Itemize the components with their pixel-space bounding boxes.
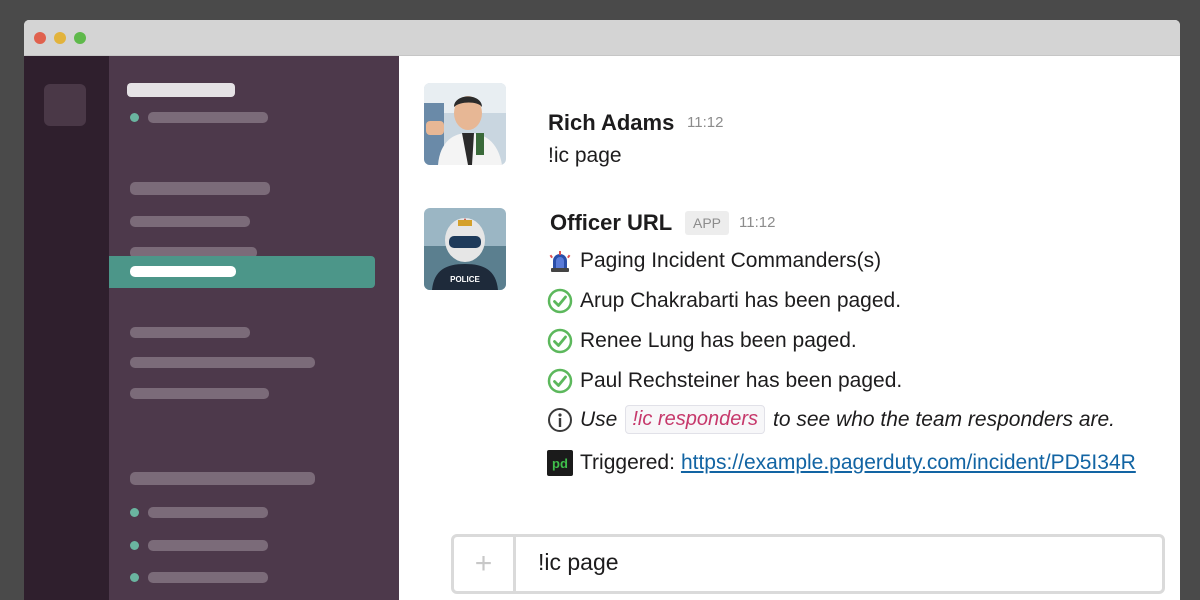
svg-text:pd: pd — [552, 456, 568, 471]
channel-item-placeholder[interactable] — [130, 327, 250, 338]
message-line: Use !ic responders to see who the team r… — [546, 405, 1115, 434]
presence-dot — [130, 541, 139, 550]
paging-text: Paging Incident Commanders(s) — [580, 249, 882, 272]
team-icon[interactable] — [44, 84, 86, 126]
active-channel-placeholder — [130, 266, 236, 277]
info-text-suffix: to see who the team responders are. — [772, 407, 1116, 431]
maximize-window-button[interactable] — [74, 32, 86, 44]
app-badge: APP — [685, 211, 730, 235]
paged-text: Paul Rechsteiner has been paged. — [580, 369, 903, 392]
dm-item-placeholder[interactable] — [148, 540, 268, 551]
info-text-prefix: Use — [580, 407, 618, 431]
inline-code: !ic responders — [625, 405, 765, 434]
message-text: !ic page — [548, 144, 622, 167]
check-circle-icon — [546, 327, 574, 355]
dm-item-placeholder[interactable] — [148, 572, 268, 583]
siren-icon — [546, 247, 574, 275]
title-bar — [24, 20, 1180, 56]
message-timestamp[interactable]: 11:12 — [687, 114, 723, 131]
message-timestamp[interactable]: 11:12 — [739, 214, 775, 231]
section-header-placeholder[interactable] — [130, 472, 315, 485]
section-header-placeholder[interactable] — [130, 182, 270, 195]
check-circle-icon — [546, 287, 574, 315]
presence-dot — [130, 573, 139, 582]
info-icon — [546, 406, 574, 434]
team-switcher — [24, 56, 109, 600]
paged-text: Renee Lung has been paged. — [580, 329, 857, 352]
channel-sidebar — [109, 56, 399, 600]
message-line: pd Triggered: https://example.pagerduty.… — [546, 449, 1136, 477]
close-window-button[interactable] — [34, 32, 46, 44]
paged-text: Arup Chakrabarti has been paged. — [580, 289, 902, 312]
avatar[interactable]: POLICE — [424, 208, 506, 290]
police-badge: POLICE — [450, 275, 480, 284]
message-author[interactable]: Rich Adams — [548, 110, 674, 136]
triggered-label: Triggered: — [580, 451, 675, 474]
user-name-placeholder — [148, 112, 268, 123]
app-window: Rich Adams 11:12 !ic page POLICE Officer… — [24, 20, 1180, 600]
channel-item-placeholder[interactable] — [130, 216, 250, 227]
message-line: Renee Lung has been paged. — [546, 327, 857, 355]
message-author[interactable]: Officer URL — [550, 210, 672, 236]
attach-button[interactable]: + — [454, 537, 516, 591]
plus-icon: + — [474, 547, 493, 580]
message-pane: Rich Adams 11:12 !ic page POLICE Officer… — [399, 56, 1180, 600]
message-composer: + !ic page — [451, 534, 1165, 594]
presence-dot — [130, 508, 139, 517]
message-input[interactable]: !ic page — [538, 549, 619, 576]
pagerduty-icon: pd — [546, 449, 574, 477]
dm-item-placeholder[interactable] — [148, 507, 268, 518]
avatar[interactable] — [424, 83, 506, 165]
message-line: Paul Rechsteiner has been paged. — [546, 367, 902, 395]
channel-item-placeholder[interactable] — [130, 388, 269, 399]
presence-dot — [130, 113, 139, 122]
workspace-name-placeholder[interactable] — [127, 83, 235, 97]
minimize-window-button[interactable] — [54, 32, 66, 44]
check-circle-icon — [546, 367, 574, 395]
message-line: Arup Chakrabarti has been paged. — [546, 287, 901, 315]
incident-link[interactable]: https://example.pagerduty.com/incident/P… — [681, 451, 1136, 475]
message-line: Paging Incident Commanders(s) — [546, 247, 881, 275]
channel-item-placeholder[interactable] — [130, 357, 315, 368]
channel-item-active[interactable] — [109, 256, 375, 288]
